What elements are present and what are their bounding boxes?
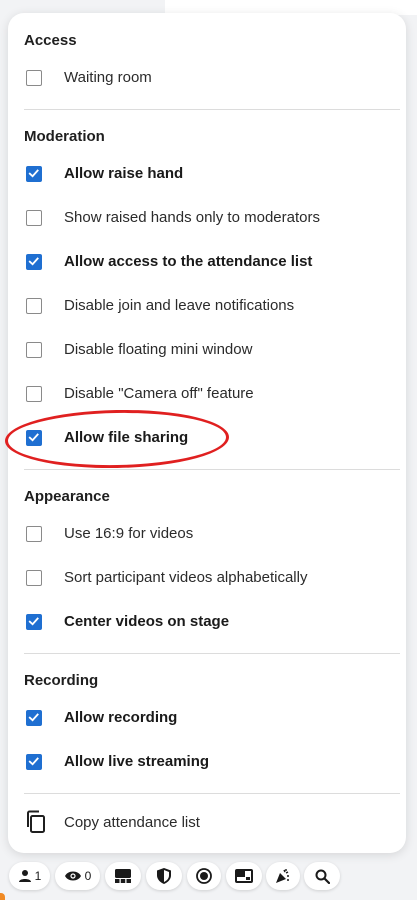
option-16-9-videos[interactable]: Use 16:9 for videos [8, 515, 406, 555]
eye-icon [64, 870, 82, 882]
divider [24, 653, 400, 654]
section-title-recording: Recording [24, 672, 99, 689]
checkbox-checked[interactable] [26, 254, 42, 270]
divider [24, 469, 400, 470]
checkbox[interactable] [26, 210, 42, 226]
shield-icon [157, 868, 171, 884]
option-label: Disable join and leave notifications [64, 297, 295, 314]
option-sort-videos-alphabetically[interactable]: Sort participant videos alphabetically [8, 559, 406, 599]
divider [24, 793, 400, 794]
reactions-button[interactable] [266, 862, 300, 890]
search-icon [315, 869, 330, 884]
option-label: Allow access to the attendance list [64, 253, 313, 270]
copy-attendance-list-button[interactable]: Copy attendance list [8, 808, 406, 838]
checkbox[interactable] [26, 298, 42, 314]
option-waiting-room[interactable]: Waiting room [8, 59, 406, 99]
checkbox[interactable] [26, 342, 42, 358]
checkbox-checked[interactable] [26, 614, 42, 630]
option-label: Allow live streaming [64, 753, 210, 770]
option-center-videos[interactable]: Center videos on stage [8, 603, 406, 643]
option-attendance-list-access[interactable]: Allow access to the attendance list [8, 243, 406, 283]
checkbox[interactable] [26, 70, 42, 86]
checkbox[interactable] [26, 570, 42, 586]
record-button[interactable] [187, 862, 221, 890]
participants-count: 1 [34, 869, 42, 883]
layout-icon [115, 869, 131, 883]
divider [24, 109, 400, 110]
option-label: Disable "Camera off" feature [64, 385, 254, 402]
record-icon [196, 868, 212, 884]
viewers-count: 0 [84, 869, 92, 883]
search-button[interactable] [304, 862, 340, 890]
viewers-button[interactable]: 0 [55, 862, 100, 890]
option-label: Disable floating mini window [64, 341, 253, 358]
option-allow-raise-hand[interactable]: Allow raise hand [8, 155, 406, 195]
checkbox-checked[interactable] [26, 166, 42, 182]
picture-in-picture-button[interactable] [226, 862, 262, 890]
option-label: Sort participant videos alphabetically [64, 569, 308, 586]
section-title-appearance: Appearance [24, 488, 110, 505]
copy-attendance-label: Copy attendance list [64, 814, 200, 831]
checkbox[interactable] [26, 526, 42, 542]
checkbox[interactable] [26, 386, 42, 402]
section-title-moderation: Moderation [24, 128, 105, 145]
checkbox-checked[interactable] [26, 754, 42, 770]
option-allow-recording[interactable]: Allow recording [8, 699, 406, 739]
option-label: Allow raise hand [64, 165, 184, 182]
section-title-access: Access [24, 32, 77, 49]
option-raised-hands-moderators[interactable]: Show raised hands only to moderators [8, 199, 406, 239]
party-popper-icon [275, 868, 291, 884]
edge-indicator [0, 893, 5, 900]
option-label: Use 16:9 for videos [64, 525, 194, 542]
security-button[interactable] [146, 862, 182, 890]
option-floating-mini-window[interactable]: Disable floating mini window [8, 331, 406, 371]
picture-in-picture-icon [235, 869, 253, 883]
option-allow-live-streaming[interactable]: Allow live streaming [8, 743, 406, 783]
option-join-leave-notifications[interactable]: Disable join and leave notifications [8, 287, 406, 327]
participants-button[interactable]: 1 [9, 862, 50, 890]
checkbox-checked[interactable] [26, 710, 42, 726]
copy-icon [25, 810, 47, 839]
option-camera-off-feature[interactable]: Disable "Camera off" feature [8, 375, 406, 415]
layout-button[interactable] [105, 862, 141, 890]
participants-icon [18, 869, 32, 883]
option-label: Waiting room [64, 69, 152, 86]
option-label: Center videos on stage [64, 613, 230, 630]
option-label: Show raised hands only to moderators [64, 209, 320, 226]
option-label: Allow recording [64, 709, 178, 726]
